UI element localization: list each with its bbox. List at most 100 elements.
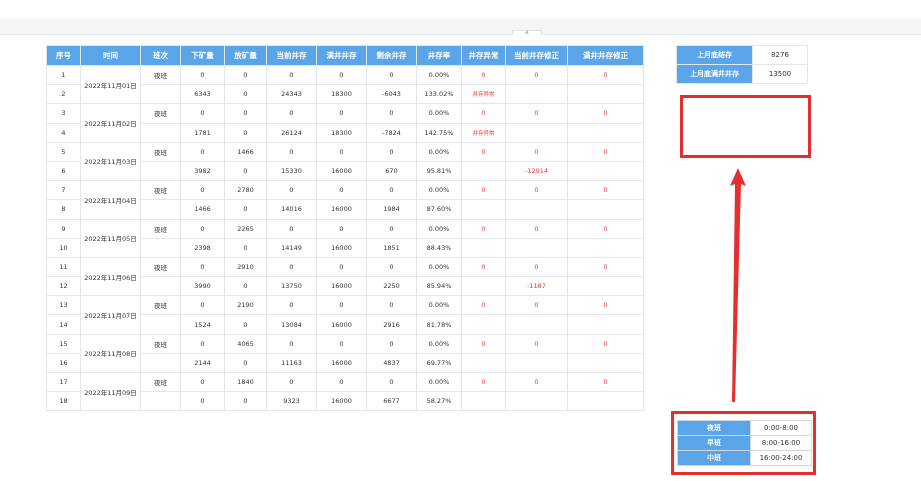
shift-cell <box>140 314 181 335</box>
stock-rate-cell: 0.00% <box>416 295 462 316</box>
full-stock-fix-cell <box>567 352 644 374</box>
shift-cell: 夜班 <box>140 371 181 393</box>
full-stock-cell: 16000 <box>316 199 367 220</box>
row-index: 3 <box>46 103 81 124</box>
shift-time: 16:00-24:00 <box>750 450 812 466</box>
ore-down-cell: 0 <box>180 141 225 162</box>
stock-rate-cell: 0.00% <box>416 141 462 162</box>
table-row: 1 2022年11月01日 夜班 0 0 0 0 0 0.00% 0 0 0 <box>46 64 644 105</box>
ore-release-cell: 0 <box>224 314 267 335</box>
current-stock-cell: 0 <box>266 295 317 316</box>
ore-release-cell: 0 <box>224 237 267 258</box>
current-stock-fix-cell: 0 <box>505 64 568 86</box>
ore-release-cell: 2910 <box>224 256 267 278</box>
table-row: 9 2022年11月05日 夜班 0 2265 0 0 0 0.00% 0 0 0 <box>46 218 644 258</box>
last-month-end-row: 上月底结存 8276 <box>676 45 808 65</box>
column-header: 序号 <box>46 45 81 66</box>
ore-release-cell: 0 <box>224 84 267 105</box>
current-stock-cell: 14016 <box>266 199 317 220</box>
ore-down-cell: 0 <box>180 180 225 201</box>
top-splitter-bar: ▲ <box>0 18 921 35</box>
current-stock-cell: 0 <box>266 218 317 239</box>
last-month-stock-table: 上月底结存 8276 上月底满井井存 13500 <box>676 45 808 84</box>
table-row: 3 2022年11月02日 夜班 0 0 0 0 0 0.00% 0 0 0 <box>46 103 644 143</box>
full-stock-cell: 0 <box>316 64 367 86</box>
column-header: 满井井存 <box>316 45 367 66</box>
remaining-stock-cell: 0 <box>366 333 417 354</box>
ore-release-cell: 2265 <box>224 218 267 239</box>
row-index: 2 <box>46 84 81 105</box>
current-stock-cell: 11163 <box>266 352 317 374</box>
shift-cell <box>140 237 181 258</box>
collapse-handle[interactable]: ▲ <box>512 30 542 35</box>
full-stock-cell: 0 <box>316 371 367 393</box>
remaining-stock-cell: 0 <box>366 256 417 278</box>
shift-cell: 夜班 <box>140 103 181 124</box>
ore-release-cell: 0 <box>224 122 267 143</box>
remaining-stock-cell: 0 <box>366 141 417 162</box>
row-index: 11 <box>46 256 81 278</box>
full-stock-cell: 16000 <box>316 391 367 412</box>
row-index: 6 <box>46 160 81 182</box>
stock-rate-cell: 58.27% <box>416 391 462 412</box>
date-cell: 2022年11月03日 <box>80 141 141 182</box>
last-month-full-label: 上月底满井井存 <box>676 64 753 84</box>
date-cell: 2022年11月08日 <box>80 333 141 374</box>
arrow-shape <box>730 168 746 402</box>
ore-down-cell: 1466 <box>180 199 225 220</box>
full-stock-cell: 18300 <box>316 122 367 143</box>
remaining-stock-cell: 0 <box>366 64 417 86</box>
last-month-end-value[interactable]: 8276 <box>752 45 808 65</box>
ore-down-cell: 0 <box>180 64 225 86</box>
table-row: 17 2022年11月09日 夜班 0 1840 0 0 0 0.00% 0 0 0 <box>46 371 644 412</box>
stock-rate-cell: 0.00% <box>416 64 462 86</box>
full-stock-cell: 16000 <box>316 276 367 297</box>
full-stock-fix-cell: 0 <box>567 295 644 316</box>
last-month-full-value[interactable]: 13500 <box>752 64 808 84</box>
current-stock-fix-cell <box>505 199 568 220</box>
current-stock-fix-cell: -1187 <box>505 276 568 297</box>
ore-release-cell: 0 <box>224 352 267 374</box>
stock-abnormal-cell <box>461 237 506 258</box>
stock-abnormal-cell <box>461 391 506 412</box>
stock-abnormal-cell: 0 <box>461 103 506 124</box>
row-index: 18 <box>46 391 81 412</box>
date-cell: 2022年11月06日 <box>80 256 141 297</box>
ore-down-cell: 2144 <box>180 352 225 374</box>
date-cell: 2022年11月01日 <box>80 64 141 105</box>
ore-down-cell: 0 <box>180 333 225 354</box>
shift-cell <box>140 391 181 412</box>
stock-rate-cell: 87.60% <box>416 199 462 220</box>
table-row: 13 2022年11月07日 夜班 0 2190 0 0 0 0.00% 0 0 0 <box>46 295 644 335</box>
stock-rate-cell: 0.00% <box>416 371 462 393</box>
ore-down-cell: 0 <box>180 371 225 393</box>
stock-rate-cell: 88.43% <box>416 237 462 258</box>
shift-schedule-table: 夜班 0:00-8:00 早班 8:00-16:00 中班 16:00-24:00 <box>677 420 812 466</box>
current-stock-fix-cell <box>505 352 568 374</box>
table-row: 11 2022年11月06日 夜班 0 2910 0 0 0 0.00% 0 0 0 <box>46 256 644 297</box>
column-header: 井存异常 <box>461 45 506 66</box>
shift-cell: 夜班 <box>140 218 181 239</box>
current-stock-fix-cell: 0 <box>505 333 568 354</box>
current-stock-cell: 24343 <box>266 84 317 105</box>
column-header: 时间 <box>80 45 141 66</box>
row-index: 8 <box>46 199 81 220</box>
ore-down-cell: 2398 <box>180 237 225 258</box>
stock-abnormal-cell: 0 <box>461 180 506 201</box>
row-index: 12 <box>46 276 81 297</box>
stock-rate-cell: 0.00% <box>416 256 462 278</box>
stock-rate-cell: 85.94% <box>416 276 462 297</box>
full-stock-cell: 16000 <box>316 352 367 374</box>
ore-release-cell: 1466 <box>224 141 267 162</box>
full-stock-cell: 0 <box>316 141 367 162</box>
column-header: 下矿量 <box>180 45 225 66</box>
ore-down-cell: 6343 <box>180 84 225 105</box>
current-stock-fix-cell <box>505 84 568 105</box>
ore-down-cell: 1781 <box>180 122 225 143</box>
stock-abnormal-cell: 0 <box>461 218 506 239</box>
remaining-stock-cell: 0 <box>366 371 417 393</box>
date-cell: 2022年11月02日 <box>80 103 141 143</box>
ore-release-cell: 0 <box>224 103 267 124</box>
row-index: 5 <box>46 141 81 162</box>
table-header-row: 序号 时间 班次 下矿量 放矿量 当前井存 满井井存 剩余井存 井存率 井存异常 当前井存修正 满井井… <box>46 45 644 66</box>
